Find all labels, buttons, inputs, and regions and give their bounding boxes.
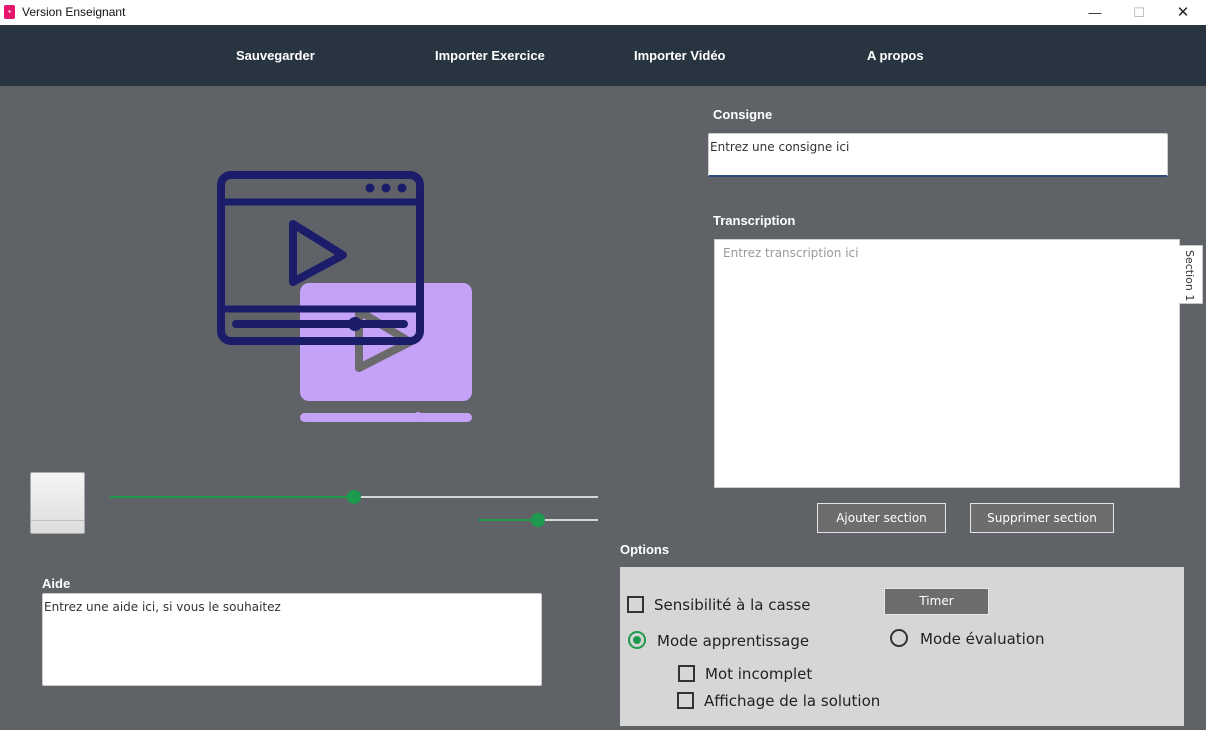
menu-bar: Sauvegarder Importer Exercice Importer V… (0, 25, 1206, 86)
evaluation-mode-label: Mode évaluation (920, 630, 1045, 648)
title-bar: ▪ Version Enseignant — ☐ ✕ (0, 0, 1206, 25)
app-icon: ▪ (4, 5, 15, 19)
menu-item-sauvegarder[interactable]: Sauvegarder (236, 25, 315, 86)
close-button[interactable]: ✕ (1160, 0, 1206, 25)
remove-section-button[interactable]: Supprimer section (970, 503, 1114, 533)
video-progress-thumb[interactable] (347, 490, 361, 504)
options-label: Options (620, 542, 670, 557)
video-player-icon (217, 171, 472, 422)
window-title: Version Enseignant (22, 5, 126, 19)
aide-label: Aide (42, 576, 71, 591)
menu-item-importer-video[interactable]: Importer Vidéo (634, 25, 726, 86)
section-tab-label: Section 1 (1183, 250, 1196, 302)
case-sensitivity-checkbox[interactable] (627, 596, 644, 613)
play-button[interactable] (30, 472, 85, 534)
case-sensitivity-label: Sensibilité à la casse (654, 596, 811, 614)
menu-item-a-propos[interactable]: A propos (867, 25, 924, 86)
show-solution-checkbox[interactable] (677, 692, 694, 709)
incomplete-word-checkbox[interactable] (678, 665, 695, 682)
volume-thumb[interactable] (531, 513, 545, 527)
transcription-label: Transcription (713, 213, 796, 228)
section-tab[interactable]: Section 1 (1179, 245, 1203, 304)
evaluation-mode-radio[interactable] (890, 629, 908, 647)
learning-mode-radio[interactable] (628, 631, 646, 649)
show-solution-label: Affichage de la solution (704, 692, 881, 710)
volume-fill (478, 519, 538, 521)
timer-button[interactable]: Timer (884, 588, 989, 615)
learning-mode-label: Mode apprentissage (657, 632, 810, 650)
menu-item-importer-exercice[interactable]: Importer Exercice (435, 25, 545, 86)
minimize-button[interactable]: — (1072, 0, 1118, 25)
options-panel: Sensibilité à la casse Timer Mode appren… (620, 567, 1184, 726)
volume-slider[interactable] (478, 513, 598, 527)
video-progress-fill (110, 496, 354, 498)
maximize-button[interactable]: ☐ (1116, 0, 1162, 25)
incomplete-word-label: Mot incomplet (705, 665, 813, 683)
transcription-input[interactable] (714, 239, 1180, 488)
aide-input[interactable]: Entrez une aide ici, si vous le souhaite… (42, 593, 542, 686)
video-progress-slider[interactable] (110, 490, 598, 504)
add-section-button[interactable]: Ajouter section (817, 503, 946, 533)
consigne-label: Consigne (713, 107, 773, 122)
consigne-input[interactable]: Entrez une consigne ici (708, 133, 1168, 177)
